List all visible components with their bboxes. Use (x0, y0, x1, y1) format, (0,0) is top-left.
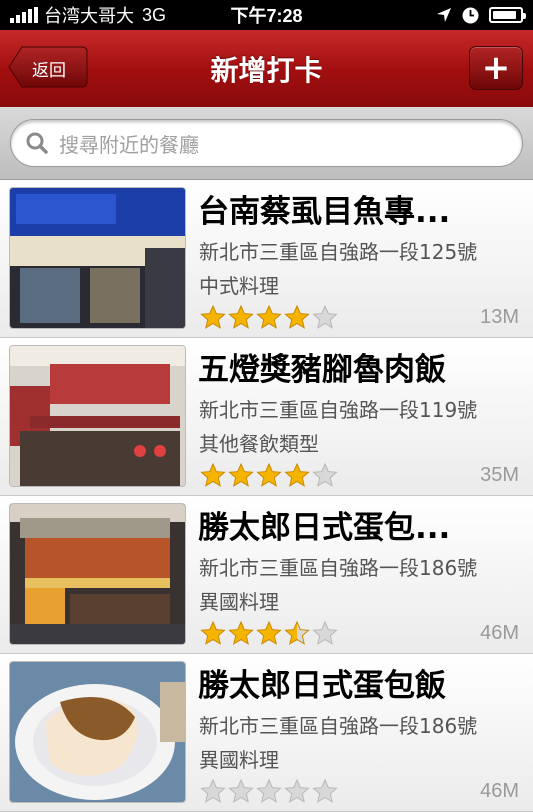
search-placeholder: 搜尋附近的餐廳 (59, 132, 199, 157)
plus-icon: + (481, 48, 511, 88)
signal-icon (10, 7, 38, 23)
star-filled-icon (256, 620, 282, 645)
star-empty-icon (256, 778, 282, 803)
restaurant-category: 異國料理 (199, 590, 279, 614)
restaurant-photo (10, 504, 185, 644)
rating-stars (199, 778, 339, 804)
restaurant-photo (10, 346, 185, 486)
restaurant-address: 新北市三重區自強路一段125號 (199, 240, 478, 264)
restaurant-photo (10, 188, 185, 328)
rating-stars (199, 462, 339, 488)
search-bar: 搜尋附近的餐廳 (0, 107, 533, 180)
list-item[interactable]: 五燈獎豬腳魯肉飯 新北市三重區自強路一段119號 其他餐飲類型 35M (0, 338, 533, 496)
star-empty-icon (312, 778, 338, 803)
star-empty-icon (228, 778, 254, 803)
search-input[interactable]: 搜尋附近的餐廳 (10, 119, 523, 167)
rating-stars (199, 304, 339, 330)
star-filled-icon (284, 462, 310, 487)
list-item[interactable]: 勝太郎日式蛋包... 新北市三重區自強路一段186號 異國料理 46M (0, 496, 533, 654)
star-filled-icon (284, 304, 310, 329)
star-filled-icon (200, 462, 226, 487)
restaurant-photo (10, 662, 185, 802)
star-half-icon (284, 620, 310, 645)
distance-label: 35M (480, 464, 519, 486)
star-filled-icon (228, 620, 254, 645)
star-filled-icon (200, 620, 226, 645)
star-filled-icon (256, 462, 282, 487)
list-item[interactable]: 台南蔡虱目魚專... 新北市三重區自強路一段125號 中式料理 13M (0, 180, 533, 338)
restaurant-category: 中式料理 (199, 274, 279, 298)
network-type: 3G (142, 4, 167, 25)
distance-label: 13M (480, 306, 519, 328)
star-filled-icon (228, 304, 254, 329)
restaurant-address: 新北市三重區自強路一段186號 (199, 714, 478, 738)
restaurant-address: 新北市三重區自強路一段119號 (199, 398, 478, 422)
clock-icon (462, 7, 479, 23)
star-filled-icon (228, 462, 254, 487)
restaurant-category: 其他餐飲類型 (199, 432, 319, 456)
navigation-bar: 返回 新增打卡 + (0, 30, 533, 107)
add-button[interactable]: + (469, 46, 523, 90)
star-empty-icon (200, 778, 226, 803)
search-icon (26, 132, 48, 154)
restaurant-address: 新北市三重區自強路一段186號 (199, 556, 478, 580)
carrier-name: 台湾大哥大 (44, 6, 134, 26)
restaurant-category: 異國料理 (199, 748, 279, 772)
restaurant-name: 勝太郎日式蛋包... (198, 510, 451, 546)
restaurant-name: 五燈獎豬腳魯肉飯 (198, 352, 446, 388)
location-arrow-icon (437, 8, 451, 22)
list-item[interactable]: 勝太郎日式蛋包飯 新北市三重區自強路一段186號 異國料理 46M (0, 654, 533, 812)
rating-stars (199, 620, 339, 646)
restaurant-name: 勝太郎日式蛋包飯 (198, 668, 446, 704)
star-empty-icon (284, 778, 310, 803)
status-bar: 台湾大哥大 3G 下午7:28 (0, 0, 533, 30)
distance-label: 46M (480, 622, 519, 644)
star-empty-icon (312, 462, 338, 487)
restaurant-name: 台南蔡虱目魚專... (198, 194, 451, 230)
star-filled-icon (200, 304, 226, 329)
battery-icon (489, 7, 526, 23)
star-empty-icon (312, 620, 338, 645)
star-filled-icon (256, 304, 282, 329)
restaurant-list: 台南蔡虱目魚專... 新北市三重區自強路一段125號 中式料理 13M 五燈獎豬… (0, 180, 533, 812)
star-empty-icon (312, 304, 338, 329)
page-title: 新增打卡 (210, 53, 323, 87)
